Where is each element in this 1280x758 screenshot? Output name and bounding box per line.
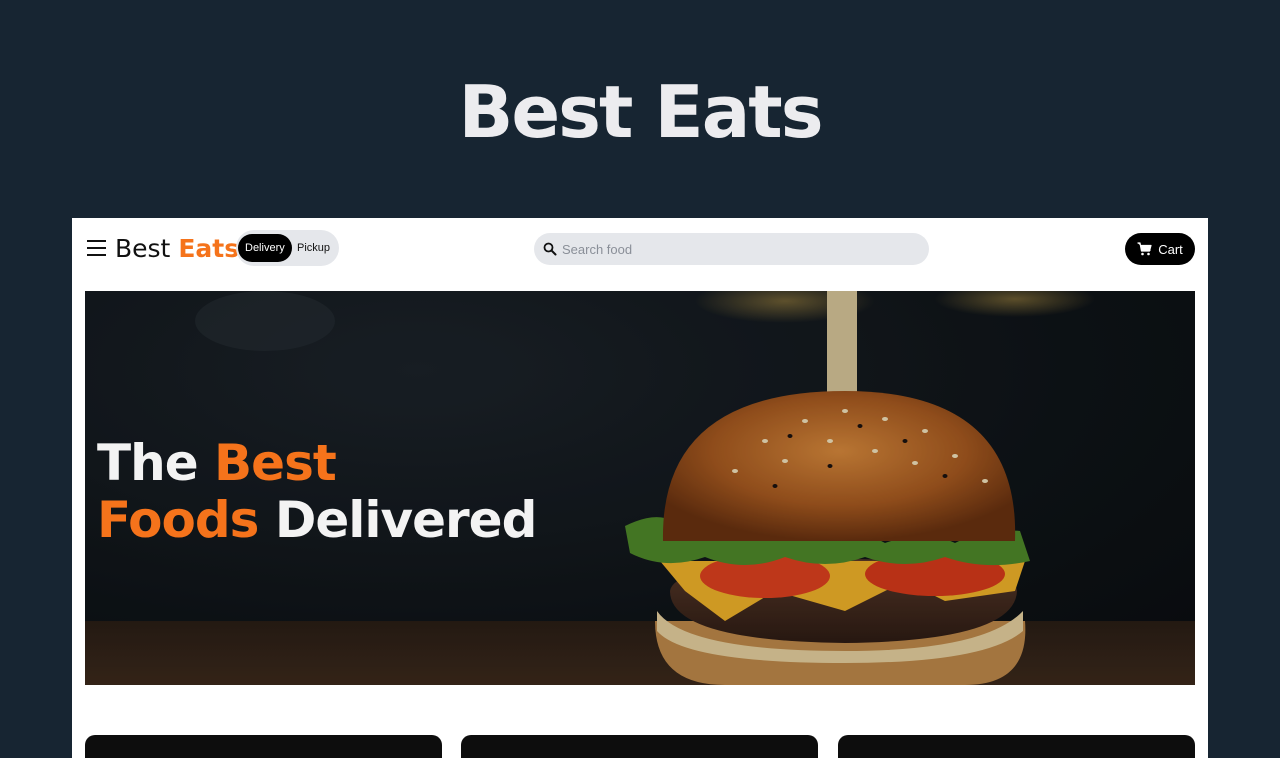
brand-accent: Eats [178,234,240,263]
hero-line2-accent: Foods [97,491,259,549]
page-title: Best Eats [458,70,823,154]
cart-label: Cart [1158,241,1183,257]
delivery-option[interactable]: Delivery [238,234,292,262]
hero-banner: The Best Foods Delivered [85,291,1195,685]
brand-main: Best [115,234,171,263]
search-input[interactable] [562,233,922,265]
cart-button[interactable]: Cart [1125,233,1195,265]
navbar: Best Eats Delivery Pickup Cart [72,218,1208,280]
hero-line2-main: Delivered [274,491,538,549]
featured-card[interactable] [85,735,442,758]
cart-icon [1137,242,1152,256]
brand-logo[interactable]: Best Eats [115,234,239,263]
featured-cards-row [85,735,1195,758]
hero-line1-main: The [97,434,199,492]
featured-card[interactable] [838,735,1195,758]
hero-title: The Best Foods Delivered [97,434,538,549]
search-bar [534,233,929,265]
hamburger-menu-icon[interactable] [87,240,106,256]
delivery-pickup-toggle: Delivery Pickup [236,230,339,266]
featured-card[interactable] [461,735,818,758]
pickup-option[interactable]: Pickup [290,234,337,262]
app-frame: Best Eats Delivery Pickup Cart [72,218,1208,758]
hero-line1-accent: Best [214,434,337,492]
search-icon [543,242,557,256]
